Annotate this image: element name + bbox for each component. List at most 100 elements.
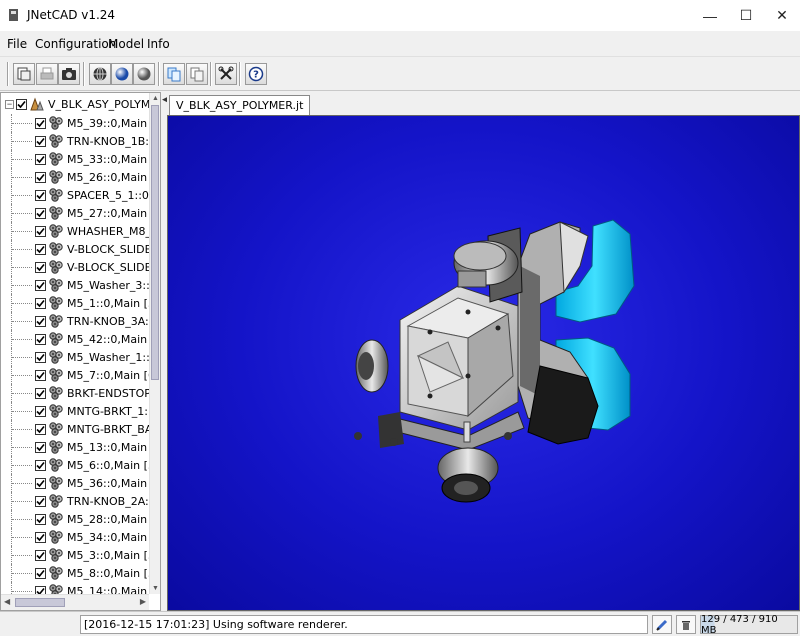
check-icon [36, 407, 45, 415]
scroll-right-icon[interactable]: ▶ [140, 597, 146, 606]
tree-item-checkbox[interactable] [35, 423, 46, 435]
tree-item-checkbox[interactable] [35, 189, 46, 201]
tree-item-checkbox[interactable] [35, 513, 46, 525]
tree-item[interactable]: TRN-KNOB_2A::0,Ma [1, 492, 150, 510]
tree-item-checkbox[interactable] [35, 225, 46, 237]
3d-viewport[interactable] [167, 115, 800, 611]
tree-item-checkbox[interactable] [35, 369, 46, 381]
tree-item[interactable]: M5_13::0,Main [54] [1, 438, 150, 456]
tree-item-checkbox[interactable] [35, 117, 46, 129]
tree-item[interactable]: M5_7::0,Main [60] [1, 366, 150, 384]
tree-root-checkbox[interactable] [16, 98, 27, 110]
tree-item[interactable]: V-BLOCK_SLIDE#1_P [1, 258, 150, 276]
tree-item-checkbox[interactable] [35, 315, 46, 327]
tree-vertical-scrollbar[interactable]: ▲ ▼ [149, 93, 160, 594]
tree-connector [12, 159, 32, 160]
tree-item[interactable]: M5_33::0,Main [12] [1, 150, 150, 168]
tree-item-checkbox[interactable] [35, 405, 46, 417]
close-button[interactable]: ✕ [764, 0, 800, 31]
screenshot-button[interactable] [58, 63, 80, 85]
open-file-icon [17, 67, 31, 81]
tree-item[interactable]: M5_42::0,Main [4] [1, 330, 150, 348]
tree-item-checkbox[interactable] [35, 549, 46, 561]
tree-item[interactable]: M5_Washer_1::0,Mai [1, 348, 150, 366]
tree-item-checkbox[interactable] [35, 477, 46, 489]
tools-icon [218, 66, 234, 80]
tree-item[interactable]: BRKT-ENDSTOP_3::0, [1, 384, 150, 402]
check-icon [36, 191, 45, 199]
tree-item[interactable]: M5_Washer_3::0,Mai [1, 276, 150, 294]
help-icon: ? [248, 66, 264, 82]
tree-connector [12, 465, 32, 466]
tab-model-file[interactable]: V_BLK_ASY_POLYMER.jt [169, 95, 311, 115]
tree-item[interactable]: M5_3::0,Main [50] [1, 546, 150, 564]
tree-item[interactable]: SPACER_5_1::0,Main [1, 186, 150, 204]
tree-item-checkbox[interactable] [35, 171, 46, 183]
tree-item-checkbox[interactable] [35, 153, 46, 165]
menu-file[interactable]: File [7, 37, 27, 51]
copy-button[interactable] [163, 63, 185, 85]
tree-connector [12, 591, 32, 592]
trash-icon [682, 620, 690, 630]
tree-vertical-scroll-thumb[interactable] [151, 105, 159, 380]
tree-horizontal-scroll-thumb[interactable] [15, 598, 65, 607]
memory-usage-indicator[interactable]: 129 / 473 / 910 MB [700, 614, 798, 636]
tree-item[interactable]: M5_36::0,Main [9] [1, 474, 150, 492]
part-icon [49, 512, 63, 526]
tree-connector [12, 303, 32, 304]
tree-item-checkbox[interactable] [35, 279, 46, 291]
scroll-left-icon[interactable]: ◀ [4, 597, 10, 606]
tree-item-label: M5_8::0,Main [59] [67, 566, 150, 580]
menu-model[interactable]: Model [108, 37, 144, 51]
open-file-button[interactable] [13, 63, 35, 85]
tree-root[interactable]: − V_BLK_ASY_POLYMER [1 [5, 96, 160, 112]
tree-item[interactable]: M5_27::0,Main [23] [1, 204, 150, 222]
tree-horizontal-scrollbar[interactable]: ◀ ▶ [1, 594, 149, 610]
renderer-settings-button[interactable] [652, 615, 672, 634]
tree-connector [12, 177, 32, 178]
tree-item-checkbox[interactable] [35, 261, 46, 273]
tree-item[interactable]: M5_26::0,Main [21] [1, 168, 150, 186]
tree-item[interactable]: M5_1::0,Main [51] [1, 294, 150, 312]
gray-sphere-icon [137, 67, 151, 81]
tree-item-checkbox[interactable] [35, 297, 46, 309]
maximize-button[interactable]: ☐ [728, 0, 764, 31]
paste-button[interactable] [186, 63, 208, 85]
scroll-down-icon[interactable]: ▼ [152, 585, 159, 592]
tree-item-checkbox[interactable] [35, 207, 46, 219]
tree-item-checkbox[interactable] [35, 333, 46, 345]
tree-item-checkbox[interactable] [35, 135, 46, 147]
shaded-button[interactable] [111, 63, 133, 85]
print-button[interactable] [36, 63, 58, 85]
menu-configuration[interactable]: Configuration [35, 37, 116, 51]
tree-item-checkbox[interactable] [35, 531, 46, 543]
tree-item-checkbox[interactable] [35, 459, 46, 471]
tree-item-checkbox[interactable] [35, 495, 46, 507]
part-icon [49, 548, 63, 562]
scroll-up-icon[interactable]: ▲ [152, 95, 159, 102]
tree-item-checkbox[interactable] [35, 351, 46, 363]
tree-item[interactable]: M5_39::0,Main [6] [1, 114, 150, 132]
tree-item-checkbox[interactable] [35, 387, 46, 399]
tree-item[interactable]: TRN-KNOB_1B::0,Ma [1, 132, 150, 150]
help-button[interactable]: ? [245, 63, 267, 85]
tree-item[interactable]: M5_28::0,Main [24] [1, 510, 150, 528]
wireframe-button[interactable] [89, 63, 111, 85]
tools-button[interactable] [215, 63, 237, 85]
tree-item[interactable]: TRN-KNOB_3A::0,Ma [1, 312, 150, 330]
tree-item[interactable]: MNTG-BRKT_1::0,Ma [1, 402, 150, 420]
tree-item-checkbox[interactable] [35, 567, 46, 579]
tree-item[interactable]: M5_34::0,Main [11] [1, 528, 150, 546]
tree-item-checkbox[interactable] [35, 441, 46, 453]
minimize-button[interactable]: — [692, 0, 728, 31]
tree-item-checkbox[interactable] [35, 243, 46, 255]
tree-item[interactable]: V-BLOCK_SLIDE#2_P [1, 240, 150, 258]
tree-item[interactable]: M5_8::0,Main [59] [1, 564, 150, 582]
trash-button[interactable] [676, 615, 696, 634]
tree-item[interactable]: M5_6::0,Main [58] [1, 456, 150, 474]
tree-root-expander[interactable]: − [5, 99, 14, 109]
tree-item[interactable]: WHASHER_M8_4::0,M [1, 222, 150, 240]
menu-info[interactable]: Info [147, 37, 170, 51]
tree-item[interactable]: MNTG-BRKT_BASE::0, [1, 420, 150, 438]
hidden-line-button[interactable] [133, 63, 155, 85]
